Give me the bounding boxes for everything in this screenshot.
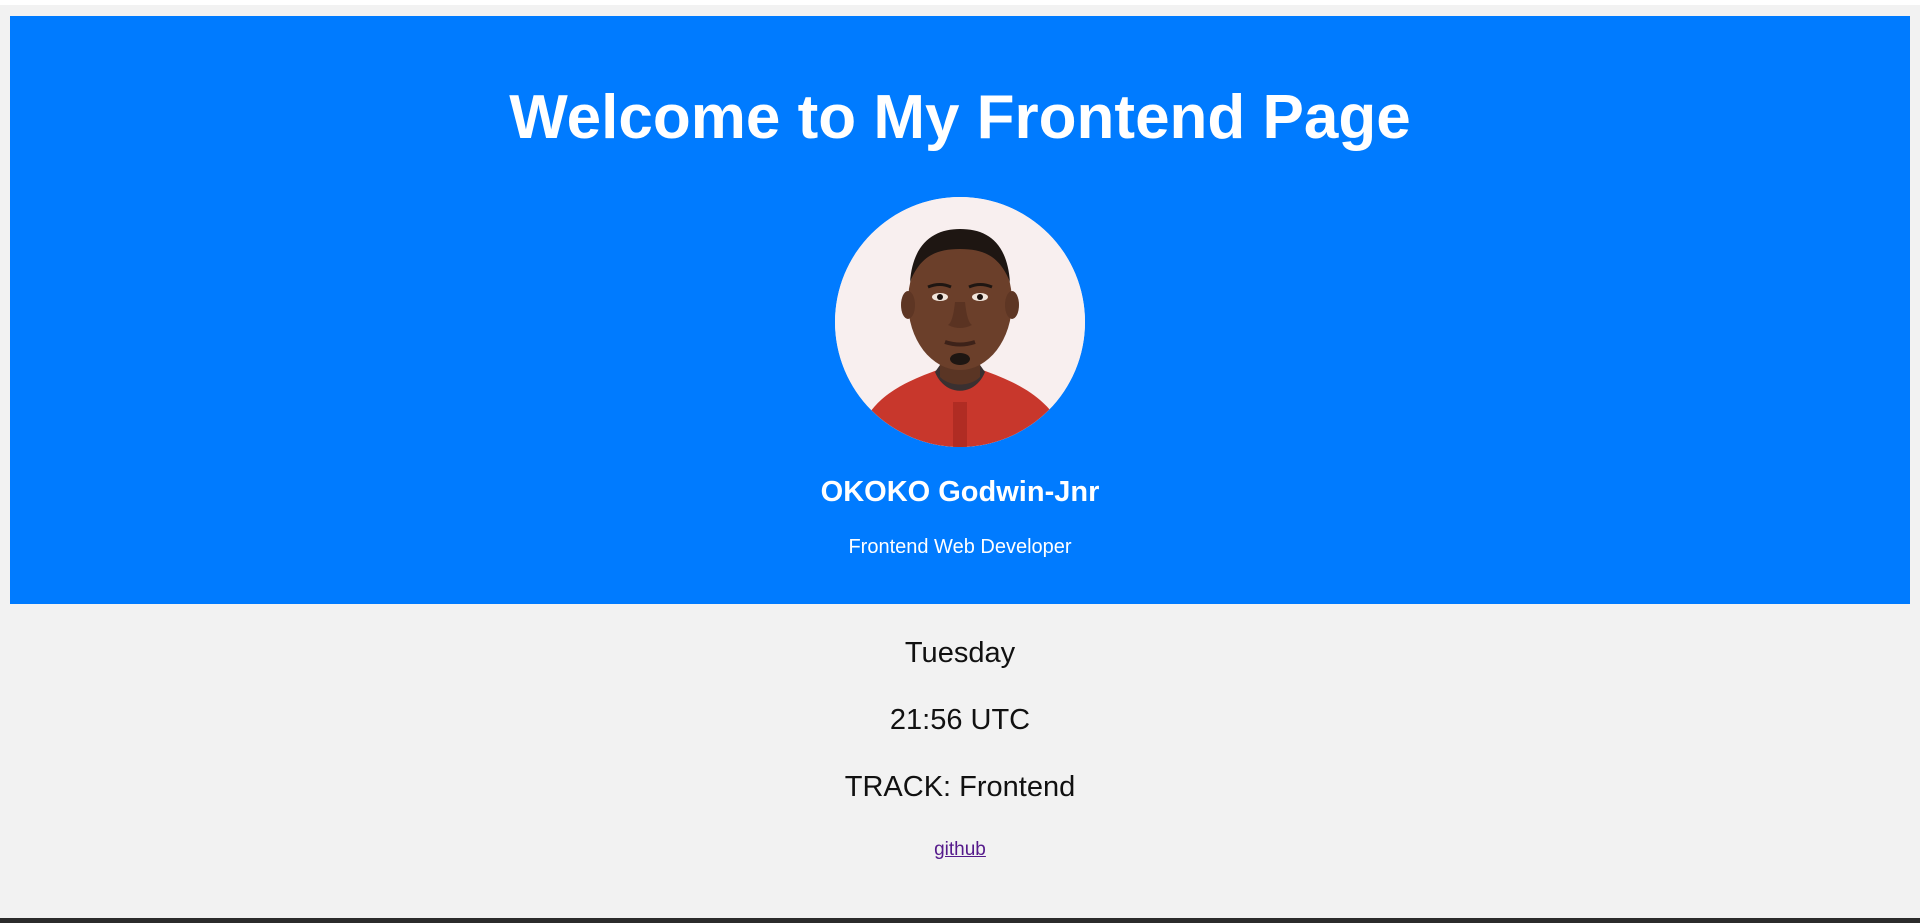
top-strip <box>0 0 1920 5</box>
page-title: Welcome to My Frontend Page <box>509 83 1411 152</box>
github-link-wrapper: github <box>0 838 1920 862</box>
avatar <box>835 197 1085 447</box>
profile-name: OKOKO Godwin-Jnr <box>820 476 1100 508</box>
track-label: TRACK: Frontend <box>844 771 1076 803</box>
github-link[interactable]: github <box>934 839 986 860</box>
current-time: 21:56 UTC <box>889 704 1031 736</box>
profile-photo <box>835 197 1085 447</box>
hero-banner: Welcome to My Frontend Page OKOKO Godwin… <box>10 16 1910 604</box>
current-day: Tuesday <box>904 637 1016 669</box>
profile-role: Frontend Web Developer <box>848 536 1072 558</box>
bottom-bar <box>0 918 1920 923</box>
